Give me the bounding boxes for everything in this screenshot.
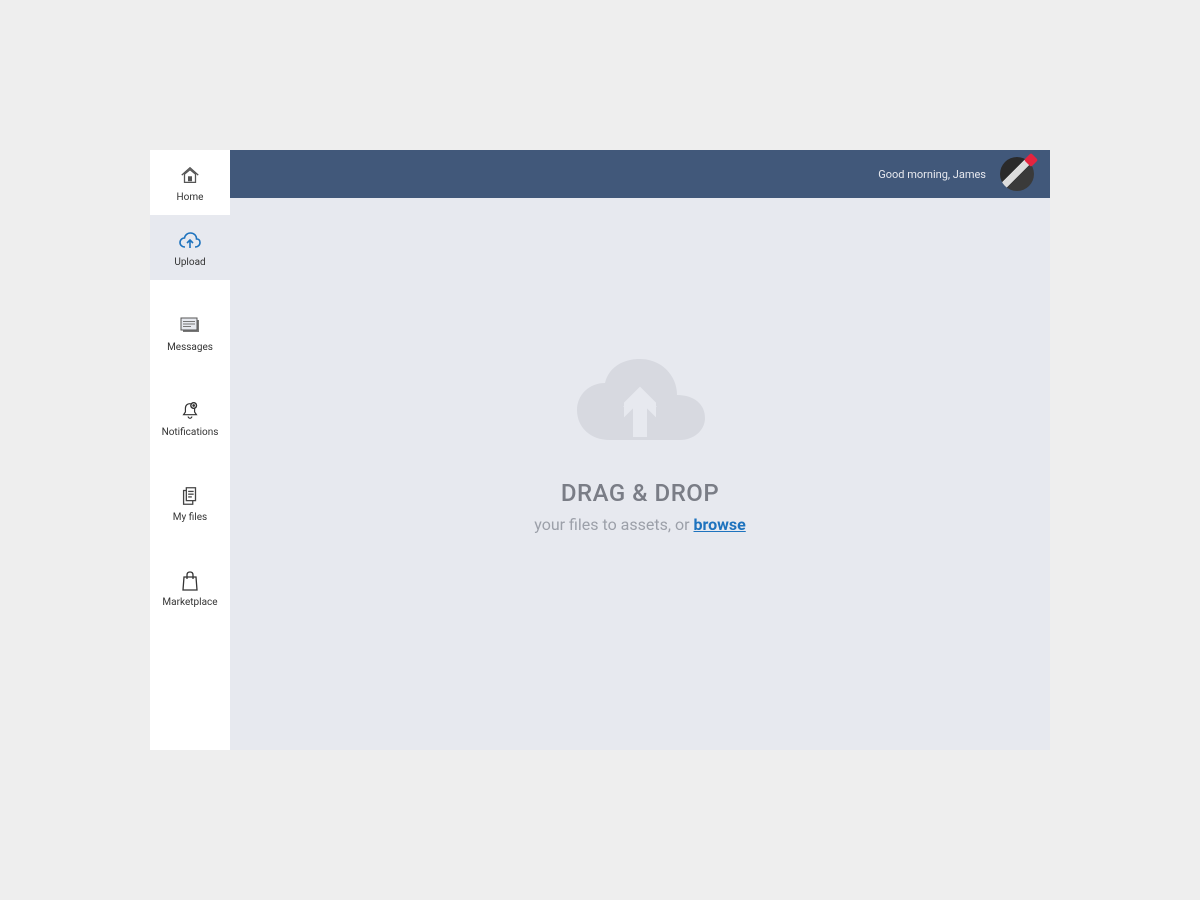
upload-title: DRAG & DROP — [561, 479, 719, 507]
shopping-bag-icon — [178, 569, 202, 593]
sidebar-item-label: Upload — [174, 257, 205, 268]
files-icon — [178, 484, 202, 508]
sidebar-item-home[interactable]: Home — [150, 150, 230, 215]
messages-icon — [178, 314, 202, 338]
browse-link[interactable]: browse — [694, 515, 746, 534]
upload-subtitle: your files to assets, or browse — [534, 515, 746, 534]
sidebar-item-label: Messages — [167, 342, 213, 353]
avatar[interactable] — [1000, 157, 1034, 191]
greeting-text: Good morning, James — [878, 168, 986, 181]
cloud-upload-icon — [178, 229, 202, 253]
sidebar-item-marketplace[interactable]: Marketplace — [150, 555, 230, 620]
upload-subtitle-text: your files to assets, or — [534, 515, 693, 534]
sidebar-item-label: Notifications — [162, 427, 219, 438]
header-bar: Good morning, James — [230, 150, 1050, 198]
main-area: Good morning, James DRAG & DROP your fil… — [230, 150, 1050, 750]
sidebar: Home Upload Messages — [150, 150, 230, 750]
sidebar-item-notifications[interactable]: Notifications — [150, 385, 230, 450]
upload-dropzone[interactable]: DRAG & DROP your files to assets, or bro… — [534, 355, 746, 534]
sidebar-item-my-files[interactable]: My files — [150, 470, 230, 535]
sidebar-item-label: My files — [173, 512, 207, 523]
sidebar-item-label: Marketplace — [162, 597, 217, 608]
content-area: DRAG & DROP your files to assets, or bro… — [230, 198, 1050, 750]
home-icon — [178, 164, 202, 188]
sidebar-item-label: Home — [177, 192, 204, 203]
sidebar-item-upload[interactable]: Upload — [150, 215, 230, 280]
sidebar-item-messages[interactable]: Messages — [150, 300, 230, 365]
bell-icon — [178, 399, 202, 423]
cloud-upload-large-icon — [565, 355, 715, 459]
notification-badge-icon — [1024, 153, 1038, 167]
